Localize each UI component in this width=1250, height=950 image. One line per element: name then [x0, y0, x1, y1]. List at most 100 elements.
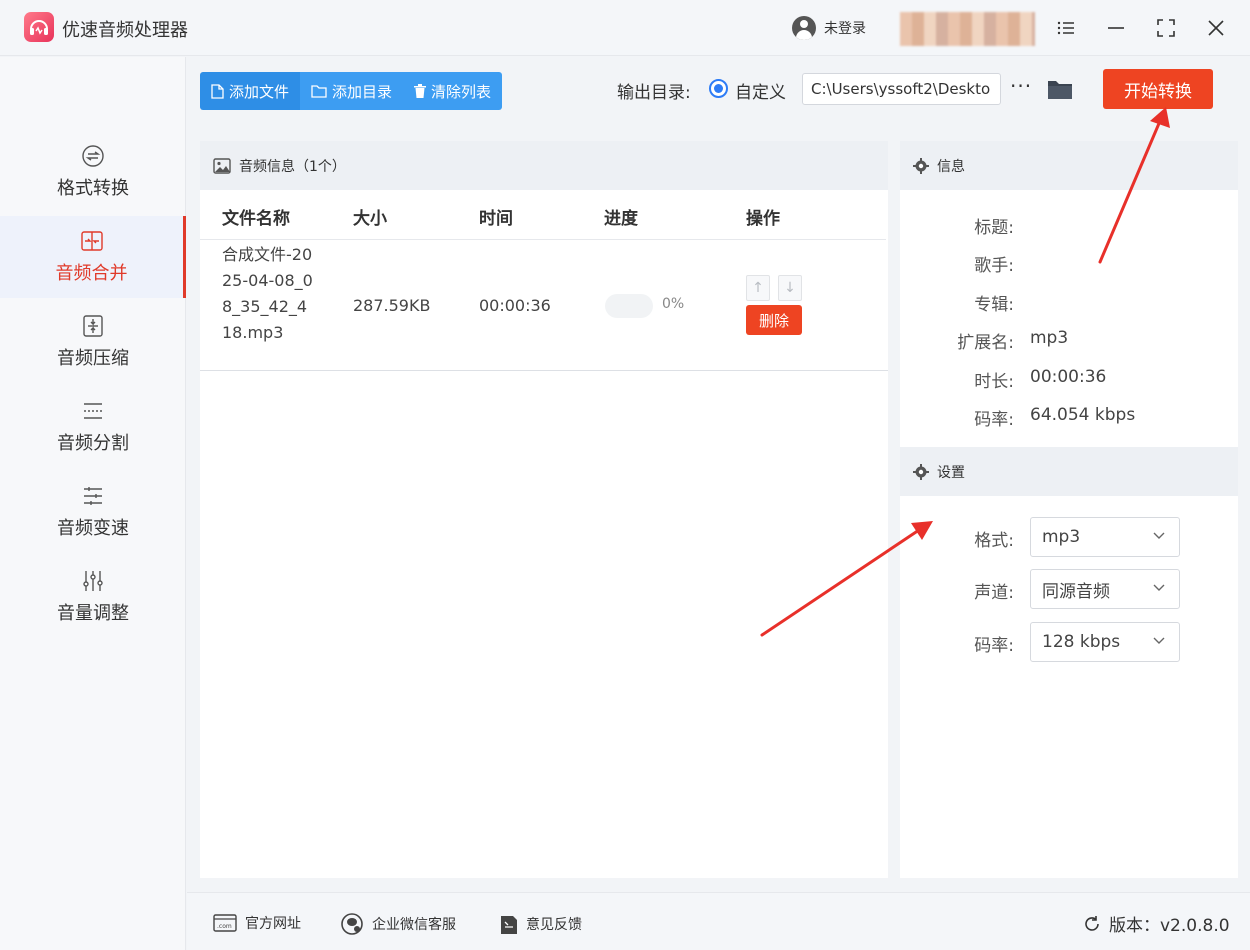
maximize-button[interactable] [1152, 14, 1180, 42]
chevron-down-icon [1153, 529, 1165, 543]
sidebar-item-audio-merge[interactable]: 音频合并 [0, 216, 186, 298]
custom-output-label: 自定义 [735, 83, 786, 103]
setting-label: 码率: [974, 636, 1014, 656]
file-name: 合成文件-2025-04-08_08_35_42_418.mp3 [222, 245, 313, 342]
delete-button[interactable]: 删除 [746, 305, 802, 335]
trash-icon [414, 84, 427, 98]
info-label: 专辑: [974, 295, 1014, 315]
file-icon [211, 83, 224, 99]
sidebar: 格式转换 音频合并 音频压缩 音频分割 音频变速 音量调整 [0, 57, 186, 950]
sidebar-item-audio-split[interactable]: 音频分割 [0, 386, 186, 468]
info-value: 64.054 kbps [1030, 405, 1136, 425]
audio-merge-icon [80, 229, 104, 253]
audio-split-icon [81, 399, 105, 423]
file-panel-header: 音频信息（1个） [200, 141, 888, 190]
menu-icon[interactable] [1052, 14, 1080, 42]
column-time: 时间 [479, 209, 513, 229]
move-up-icon[interactable]: ↑ [746, 275, 770, 301]
info-value: mp3 [1030, 328, 1069, 348]
file-toolbar: 添加文件 添加目录 清除列表 [200, 72, 503, 110]
browse-more-icon[interactable]: ··· [1010, 74, 1032, 98]
sidebar-item-label: 格式转换 [57, 178, 129, 199]
feedback-label: 意见反馈 [526, 917, 582, 933]
info-label: 时长: [974, 372, 1014, 392]
website-link[interactable]: .com 官方网址 [213, 913, 301, 933]
refresh-icon [1085, 915, 1099, 931]
volume-adjust-icon [81, 569, 105, 593]
feedback-icon [501, 916, 517, 934]
chevron-down-icon [1153, 581, 1165, 595]
login-area[interactable]: 未登录 [792, 16, 866, 40]
sidebar-item-volume-adjust[interactable]: 音量调整 [0, 556, 186, 638]
footer: .com 官方网址 企业微信客服 意见反馈 版本：v2.0.8.0 [187, 892, 1250, 950]
image-icon [213, 157, 231, 174]
sidebar-item-label: 音量调整 [57, 603, 129, 624]
chevron-down-icon [1153, 634, 1165, 648]
app-logo-icon [24, 12, 54, 42]
minimize-button[interactable] [1102, 14, 1130, 42]
output-path-input[interactable] [802, 73, 1001, 105]
settings-panel-header: 设置 [900, 447, 1238, 496]
audio-speed-icon [81, 484, 105, 508]
format-convert-icon [81, 144, 105, 168]
add-file-button[interactable]: 添加文件 [200, 72, 301, 110]
info-label: 歌手: [974, 256, 1014, 276]
file-duration: 00:00:36 [479, 296, 551, 315]
sidebar-item-audio-compress[interactable]: 音频压缩 [0, 301, 186, 383]
user-icon [792, 16, 816, 40]
info-panel: 信息 标题: 歌手: 专辑: 扩展名: mp3 时长: 00:00:36 码率:… [900, 141, 1238, 878]
bitrate-select[interactable]: 128 kbps [1030, 622, 1180, 662]
output-dir-label: 输出目录: [617, 83, 691, 103]
add-dir-label: 添加目录 [332, 82, 393, 101]
sidebar-item-label: 音频合并 [55, 263, 128, 284]
settings-title: 设置 [937, 464, 965, 481]
sidebar-item-label: 音频压缩 [57, 348, 129, 369]
annotation-arrowhead [1150, 107, 1170, 128]
gear-icon [913, 463, 929, 480]
svg-text:.com: .com [217, 923, 232, 930]
custom-output-radio[interactable] [709, 79, 728, 98]
title-bar: 优速音频处理器 未登录 [0, 0, 1250, 56]
open-folder-icon[interactable] [1047, 78, 1073, 104]
add-file-label: 添加文件 [229, 82, 290, 101]
info-value: 00:00:36 [1030, 367, 1107, 387]
sidebar-item-audio-speed[interactable]: 音频变速 [0, 471, 186, 553]
file-size: 287.59KB [353, 296, 431, 315]
website-label: 官方网址 [245, 916, 301, 932]
move-down-icon[interactable]: ↓ [778, 275, 802, 301]
clear-list-button[interactable]: 清除列表 [403, 72, 503, 110]
version-label: 版本：v2.0.8.0 [1109, 916, 1230, 936]
feedback-link[interactable]: 意见反馈 [500, 913, 582, 935]
close-button[interactable] [1202, 14, 1230, 42]
channel-select[interactable]: 同源音频 [1030, 569, 1180, 609]
version-info: 版本：v2.0.8.0 [1083, 911, 1230, 936]
progress-percent: 0% [662, 296, 685, 312]
sidebar-item-label: 音频变速 [57, 518, 129, 539]
setting-label: 格式: [974, 531, 1014, 551]
file-panel-title: 音频信息（1个） [239, 158, 346, 175]
info-title: 信息 [937, 158, 965, 175]
format-value: mp3 [1042, 527, 1081, 547]
column-name: 文件名称 [222, 209, 290, 229]
table-header: 文件名称 大小 时间 进度 操作 [200, 190, 886, 240]
column-size: 大小 [353, 209, 387, 229]
chat-icon [341, 913, 363, 935]
sidebar-item-label: 音频分割 [57, 433, 129, 454]
info-panel-header: 信息 [900, 141, 1238, 190]
wechat-service-link[interactable]: 企业微信客服 [340, 913, 456, 935]
start-convert-button[interactable]: 开始转换 [1103, 69, 1213, 109]
website-icon: .com [213, 914, 237, 932]
login-label: 未登录 [824, 21, 866, 37]
info-label: 扩展名: [957, 333, 1014, 353]
channel-setting: 声道: 同源音频 [900, 569, 1238, 609]
clear-list-label: 清除列表 [431, 82, 492, 101]
blurred-avatar [900, 12, 1035, 46]
gear-icon [913, 157, 929, 174]
format-select[interactable]: mp3 [1030, 517, 1180, 557]
channel-value: 同源音频 [1042, 581, 1110, 602]
file-list-panel: 音频信息（1个） 文件名称 大小 时间 进度 操作 合成文件-2025-04-0… [200, 141, 888, 878]
column-progress: 进度 [604, 209, 638, 229]
sidebar-item-format-convert[interactable]: 格式转换 [0, 131, 186, 213]
column-action: 操作 [746, 209, 780, 229]
add-directory-button[interactable]: 添加目录 [300, 72, 404, 110]
